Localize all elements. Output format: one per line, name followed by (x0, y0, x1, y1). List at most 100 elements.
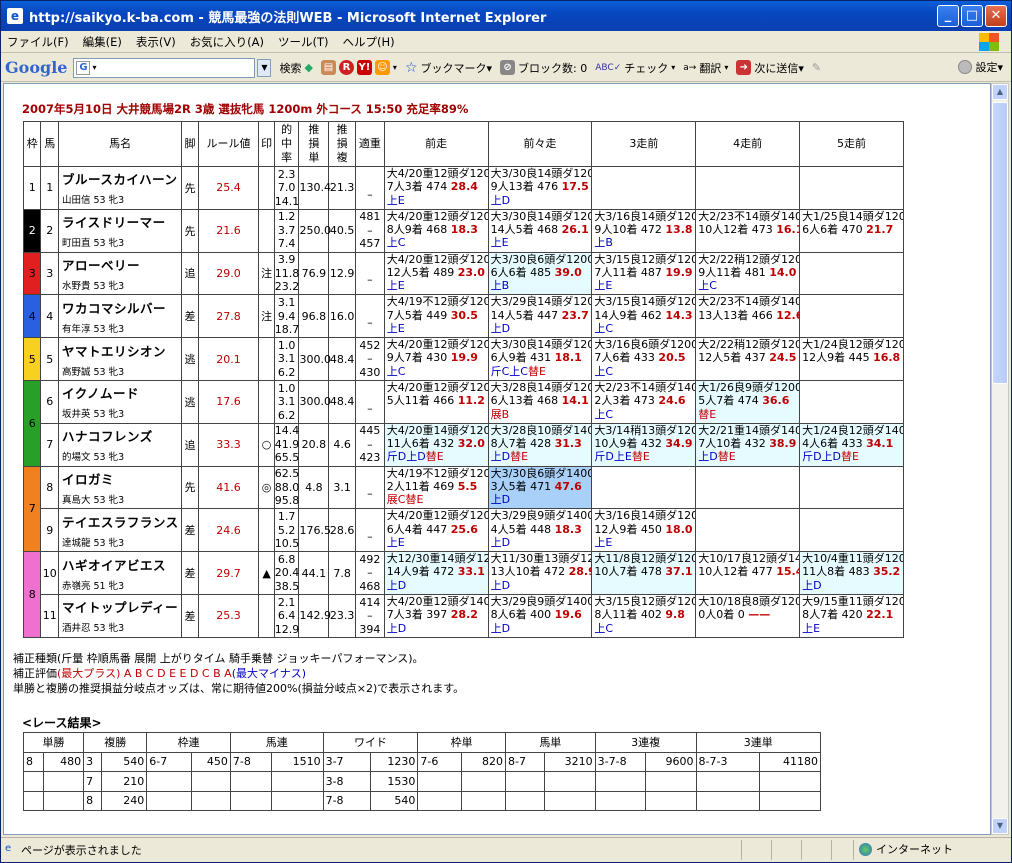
horse-name[interactable]: ライスドリーマー (62, 212, 181, 231)
place-odds: 23.3 (328, 593, 356, 638)
block-icon: ⊘ (500, 60, 516, 75)
maximize-button[interactable]: □ (961, 5, 983, 27)
col-rule: ルール値 (197, 121, 260, 167)
popup-blocker-button[interactable]: ⊘ ブロック数: 0 (500, 60, 587, 76)
horse-row: 1 1 ブルースカイハーン 山田信 53 牝3 先 25.4 2.3 7.0 14.1 130.4… (22, 166, 904, 210)
place-odds: 21.3 (328, 166, 356, 210)
translate-icon: a→ (683, 62, 697, 73)
jockey-info: 町田直 53 牝3 (61, 238, 125, 250)
search-button[interactable]: 検索 ◆ (279, 60, 312, 76)
horse-name[interactable]: テイエスラフランス (62, 512, 181, 531)
past-race-cell: 大3/15良12頭ダ1200 8人11着 402 9.8 上C (591, 593, 697, 638)
horse-row: 2 2 ライスドリーマー 町田直 53 牝3 先 21.6 1.2 3.7 7.4 250.0 40… (22, 208, 904, 253)
mark: ○ (258, 422, 275, 467)
result-combination: 7-8 (322, 790, 372, 811)
send-to-button[interactable]: ➜ 次に送信▾ (736, 60, 804, 76)
settings-button[interactable]: 設定▾ (958, 59, 1003, 75)
win-odds: 4.8 (298, 465, 330, 510)
result-payout (758, 771, 822, 792)
menu-favorites[interactable]: お気に入り(A) (190, 34, 264, 50)
yahoo-icon[interactable]: Y! (356, 60, 372, 75)
scroll-up-icon[interactable]: ▲ (992, 84, 1008, 100)
result-combination: 3-7 (322, 751, 372, 772)
hit-rate: 1.7 5.2 10.5 (273, 508, 300, 553)
col-tan: 推損単 (298, 121, 330, 167)
running-style: 差 (181, 551, 199, 595)
mark (258, 208, 275, 253)
result-combination: 8-7-3 (695, 751, 760, 772)
place-odds: 7.8 (328, 551, 356, 595)
col-prev2: 前々走 (487, 121, 593, 167)
bookmark-star-icon[interactable]: ☺ (374, 60, 390, 75)
proper-weight: – (354, 465, 385, 510)
menu-tools[interactable]: ツール(T) (278, 34, 329, 50)
horse-name[interactable]: マイトップレディー (62, 597, 181, 616)
uma-number: 6 (40, 379, 59, 424)
past-race-cell: 大3/16良14頭ダ1200 9人10着 472 13.8 上B (591, 208, 697, 253)
horse-name-cell: マイトップレディー 酒井忍 53 牝3 (57, 593, 183, 638)
jockey-info: 達城龍 53 牝3 (61, 537, 125, 549)
bookmarks-button[interactable]: ☆ ブックマーク▾ (405, 60, 492, 76)
vertical-scrollbar[interactable]: ▲ ▼ (991, 83, 1009, 835)
abc-check-icon: ABC✓ (595, 62, 622, 73)
hit-rate: 2.1 6.4 12.9 (273, 593, 300, 638)
rule-value: 21.6 (197, 208, 260, 253)
search-dropdown-icon[interactable]: ▼ (257, 58, 272, 77)
horse-row: 8 10 ハギオイアビエス 赤嶺亮 51 牝3 差 29.7 ▲ 6.8 20.4 38.5 44.… (22, 551, 904, 638)
hit-rate: 1.0 3.1 6.2 (273, 379, 300, 424)
menu-file[interactable]: ファイル(F) (7, 34, 69, 50)
menu-edit[interactable]: 編集(E) (83, 34, 122, 50)
uma-number: 2 (40, 208, 59, 253)
result-payout (270, 771, 324, 792)
past-race-cell: 大4/20重14頭ダ1200 11人6着 432 32.0 斤D上D替E (383, 422, 489, 467)
horse-name[interactable]: イクノムード (62, 383, 181, 402)
result-combination (695, 790, 760, 811)
past-race-cell: 大9/15重11頭ダ1200 8人7着 420 22.1 上E (799, 593, 904, 638)
google-logo[interactable]: Google (5, 58, 67, 77)
jockey-info: 山田信 53 牝3 (61, 195, 125, 207)
spell-check-button[interactable]: ABC✓ チェック ▾ (595, 60, 675, 76)
pen-icon[interactable]: ✎ (812, 61, 821, 74)
page-done-icon: e (5, 843, 12, 854)
uma-number: 9 (40, 508, 59, 553)
note-odds: 単勝と複勝の推奨損益分岐点オッズは、常に期待値200%(損益分岐点×2)で表示さ… (13, 682, 465, 695)
rule-value: 29.7 (197, 551, 260, 595)
past-race-cell: 大3/28良10頭ダ1400 8人7着 428 31.3 上D替E (487, 422, 593, 467)
close-button[interactable]: ✕ (985, 5, 1007, 27)
result-row: 8 480 3 540 6-7 450 7-8 1510 3-7 1230 7-6 820 8-7 321… (22, 751, 822, 772)
hit-rate: 3.9 11.8 23.2 (273, 251, 300, 296)
result-combination (695, 771, 760, 792)
hit-rate: 1.0 3.1 6.2 (273, 337, 300, 381)
result-payout: 210 (101, 771, 148, 792)
scroll-thumb[interactable] (992, 102, 1008, 384)
uma-number: 8 (40, 465, 59, 510)
past-race-cell: 大3/30良14頭ダ1200 9人13着 476 17.5 上D (487, 166, 593, 210)
horse-name[interactable]: ハギオイアビエス (62, 555, 181, 574)
news-icon[interactable]: ▤ (320, 60, 336, 75)
waku-cell: 3 (22, 251, 42, 296)
running-style: 逃 (181, 337, 199, 381)
menu-help[interactable]: ヘルプ(H) (343, 34, 395, 50)
horse-name[interactable]: ワカコマシルバー (62, 298, 181, 317)
horse-name[interactable]: アローベリー (62, 255, 181, 274)
result-col-header: 3連単 (695, 732, 822, 753)
hit-rate: 6.8 20.4 38.5 (273, 551, 300, 595)
result-combination (22, 790, 45, 811)
pagerank-icon[interactable]: R (338, 60, 354, 75)
horse-name[interactable]: ヤマトエリシオン (62, 341, 181, 360)
past-race-cell: 大2/23不14頭ダ140013人13着 466 12.6 (695, 294, 801, 339)
scroll-down-icon[interactable]: ▼ (992, 818, 1008, 834)
result-combination (504, 790, 545, 811)
race-header: 2007年5月10日 大井競馬場2R 3歳 選抜牝馬 1200m 外コース 15… (22, 102, 469, 116)
menu-view[interactable]: 表示(V) (136, 34, 176, 50)
running-style: 先 (181, 166, 199, 210)
proper-weight: 452–430 (354, 337, 385, 381)
translate-button[interactable]: a→ 翻訳 ▾ (683, 60, 728, 76)
result-combination (22, 771, 45, 792)
google-search-input[interactable]: G ▾ (73, 57, 256, 78)
horse-name[interactable]: ハナコフレンズ (62, 426, 181, 445)
horse-name[interactable]: ブルースカイハーン (62, 169, 181, 188)
minimize-button[interactable]: _ (937, 5, 959, 27)
result-payout (191, 771, 231, 792)
horse-name[interactable]: イロガミ (62, 469, 181, 488)
